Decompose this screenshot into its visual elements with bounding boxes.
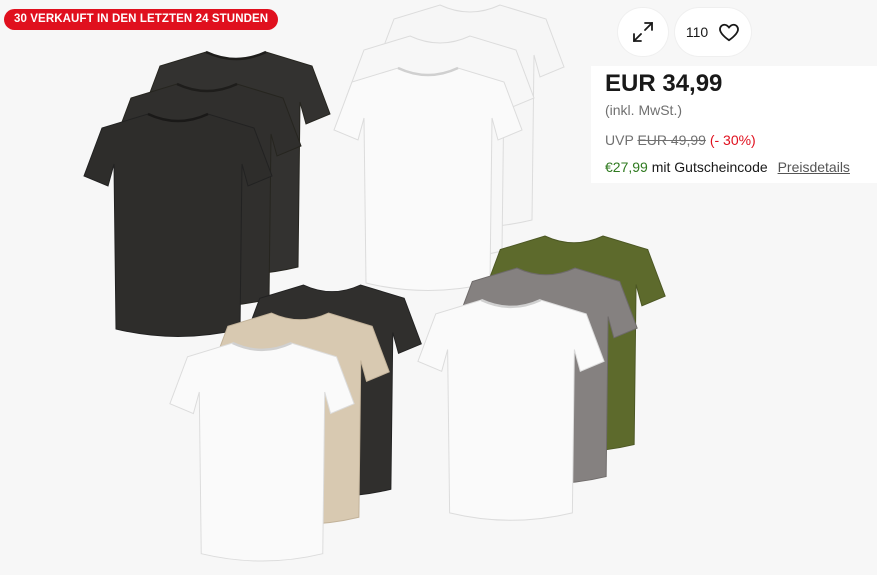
uvp-discount: (- 30%) (709, 132, 756, 148)
uvp-line: UVP EUR 49,99 (- 30%) (605, 132, 756, 148)
watch-count: 110 (685, 24, 709, 40)
current-price: EUR 34,99 (605, 70, 723, 97)
tax-note: (inkl. MwSt.) (605, 102, 682, 118)
watch-button[interactable]: 110 (675, 8, 751, 56)
uvp-label: UVP (605, 132, 634, 148)
sold-count-badge: 30 VERKAUFT IN DEN LETZTEN 24 STUNDEN (4, 9, 279, 30)
coupon-text: mit Gutscheincode (651, 159, 768, 175)
coupon-price: €27,99 (605, 159, 648, 175)
heart-icon (719, 23, 740, 42)
sold-count-text: 30 VERKAUFT IN DEN LETZTEN 24 STUNDEN (14, 13, 269, 25)
expand-button[interactable] (618, 8, 668, 56)
price-details-link[interactable]: Preisdetails (778, 159, 850, 175)
coupon-line: €27,99 mit Gutscheincode Preisdetails (605, 159, 850, 175)
price-panel: EUR 34,99 (inkl. MwSt.) UVP EUR 49,99 (-… (591, 66, 877, 183)
uvp-old-price: EUR 49,99 (637, 132, 706, 148)
expand-icon (633, 22, 653, 42)
